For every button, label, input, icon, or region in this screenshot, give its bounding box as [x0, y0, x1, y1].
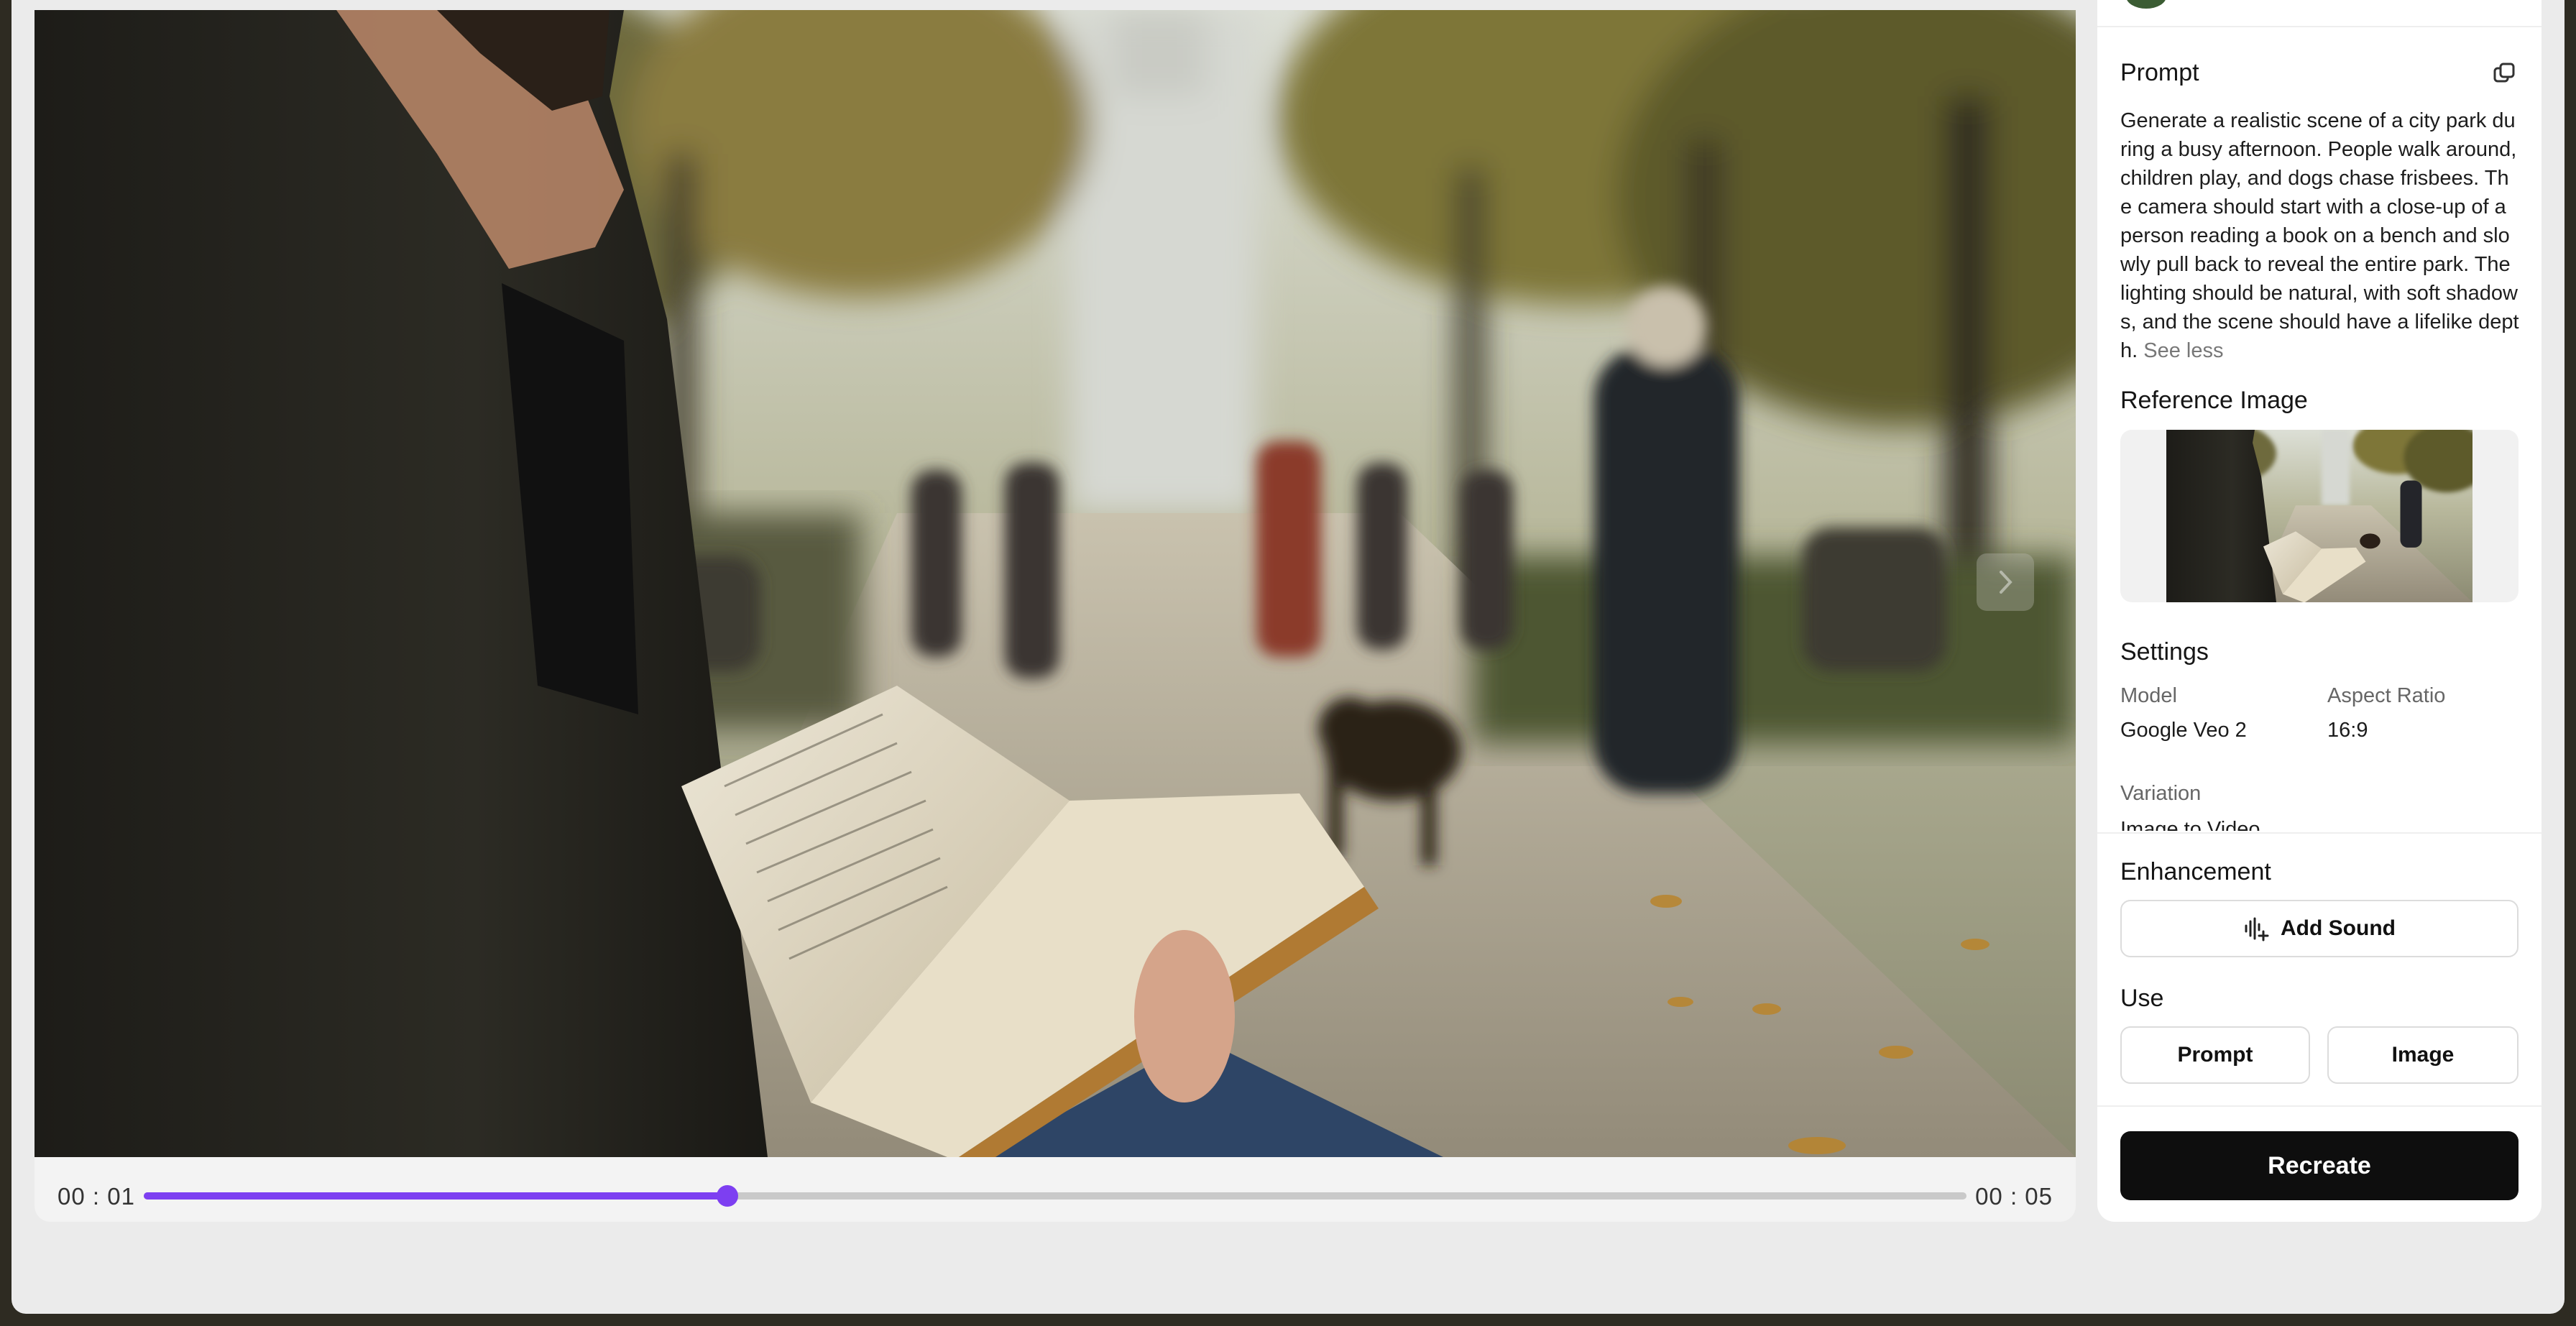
recreate-button[interactable]: Recreate	[2120, 1131, 2518, 1200]
model-value: Google Veo 2	[2120, 719, 2247, 742]
variation-label: Variation	[2120, 782, 2202, 805]
app-window: 00 : 01 00 : 05 Prompt Generate a realis…	[12, 0, 2564, 1314]
aspect-ratio-value: 16:9	[2327, 719, 2368, 742]
prompt-heading: Prompt	[2120, 59, 2199, 86]
copy-icon[interactable]	[2491, 60, 2517, 86]
prompt-text: Generate a realistic scene of a city par…	[2120, 109, 2519, 362]
model-label: Model	[2120, 684, 2177, 707]
current-time: 00 : 01	[58, 1183, 135, 1210]
reference-image-heading: Reference Image	[2120, 387, 2308, 414]
chevron-right-icon	[2000, 571, 2012, 594]
use-image-button[interactable]: Image	[2327, 1026, 2518, 1084]
enhancement-heading: Enhancement	[2120, 858, 2271, 885]
variation-value: Image to Video	[2120, 818, 2260, 831]
details-panel: Prompt Generate a realistic scene of a c…	[2097, 0, 2542, 1222]
divider	[2097, 26, 2542, 27]
avatar[interactable]	[2126, 0, 2166, 9]
audio-plus-icon	[2245, 917, 2269, 941]
recreate-label: Recreate	[2268, 1151, 2371, 1179]
add-sound-button[interactable]: Add Sound	[2120, 900, 2518, 957]
use-prompt-label: Prompt	[2177, 1043, 2253, 1067]
see-less-link[interactable]: See less	[2143, 339, 2223, 362]
video-frame[interactable]	[34, 10, 2076, 1157]
reference-image-frame	[2120, 430, 2518, 602]
use-prompt-button[interactable]: Prompt	[2120, 1026, 2310, 1084]
use-image-label: Image	[2391, 1043, 2455, 1067]
settings-heading: Settings	[2120, 638, 2209, 666]
reference-image	[2166, 430, 2472, 602]
divider	[2097, 1105, 2542, 1107]
progress-handle[interactable]	[716, 1185, 738, 1207]
progress-fill	[144, 1192, 727, 1200]
divider	[2097, 832, 2542, 834]
add-sound-label: Add Sound	[2281, 916, 2396, 940]
reference-image-thumbnail[interactable]	[2166, 430, 2472, 602]
duration-time: 00 : 05	[1975, 1183, 2053, 1210]
prompt-text-block: Generate a realistic scene of a city par…	[2120, 106, 2520, 365]
progress-track[interactable]	[144, 1185, 1966, 1207]
next-frame-button[interactable]	[1977, 553, 2034, 611]
aspect-ratio-label: Aspect Ratio	[2327, 684, 2446, 707]
video-still-image	[34, 10, 2076, 1157]
video-player: 00 : 01 00 : 05	[34, 10, 2076, 1222]
use-heading: Use	[2120, 985, 2164, 1012]
